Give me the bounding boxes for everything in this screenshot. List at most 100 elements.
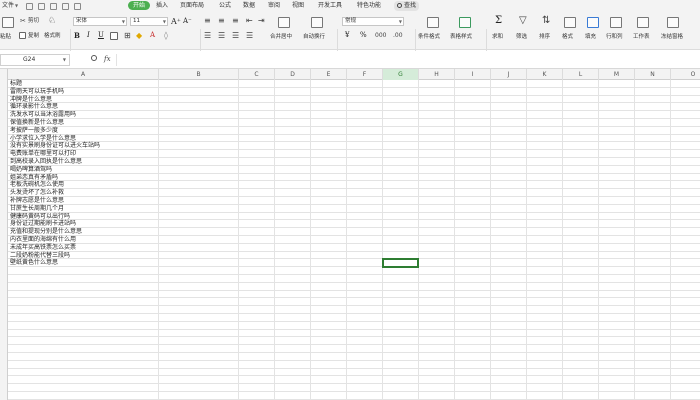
bold-button[interactable]: B	[74, 31, 80, 40]
column-header-i[interactable]: I	[455, 69, 491, 80]
row-header[interactable]	[0, 150, 8, 158]
tab-review[interactable]: 审阅	[268, 2, 280, 10]
decrease-font-icon[interactable]: A⁻	[183, 17, 192, 26]
cell-a[interactable]: 未成年买高铁票怎么买票	[10, 244, 76, 252]
column-header-j[interactable]: J	[491, 69, 527, 80]
select-all-corner[interactable]	[0, 69, 8, 80]
cell-a[interactable]: 补牌志愿是什么意思	[10, 197, 64, 205]
cell-a[interactable]: 标题	[10, 80, 22, 88]
row-col-button[interactable]: 行和列	[606, 34, 623, 41]
row-header[interactable]	[0, 306, 8, 314]
wrap-text-button[interactable]: 自动换行	[303, 34, 325, 41]
decimal-icon[interactable]: .00	[393, 31, 403, 40]
row-header[interactable]	[0, 267, 8, 275]
align-bottom-icon[interactable]: ≡	[232, 16, 239, 25]
column-header-e[interactable]: E	[311, 69, 347, 80]
column-header-a[interactable]: A	[8, 69, 159, 80]
column-header-o[interactable]: O	[671, 69, 700, 80]
copy-button[interactable]: 复制	[28, 33, 39, 40]
currency-icon[interactable]: ¥	[345, 31, 349, 40]
row-header[interactable]	[0, 345, 8, 353]
table-style-button[interactable]: 表格样式	[450, 34, 472, 41]
save-icon[interactable]	[26, 3, 33, 10]
tab-data[interactable]: 数据	[243, 2, 255, 10]
tab-home[interactable]: 开始	[128, 1, 151, 10]
font-name-select[interactable]: 宋体 ▼	[73, 17, 127, 26]
worksheet-button[interactable]: 工作表	[633, 34, 650, 41]
row-header[interactable]	[0, 376, 8, 385]
sum-button[interactable]: 求和	[492, 34, 503, 41]
row-header[interactable]	[0, 189, 8, 197]
align-top-icon[interactable]: ≡	[204, 16, 211, 25]
cut-button[interactable]: 剪切	[28, 18, 39, 25]
zoom-icon[interactable]	[91, 55, 97, 61]
indent-decrease-icon[interactable]: ⇤	[246, 16, 253, 25]
row-header[interactable]	[0, 181, 8, 190]
column-header-n[interactable]: N	[635, 69, 671, 80]
row-header[interactable]	[0, 251, 8, 260]
selected-cell[interactable]	[382, 258, 419, 269]
row-header[interactable]	[0, 243, 8, 252]
cell-a[interactable]: 到高校录入回执是什么意思	[10, 158, 82, 166]
row-header[interactable]	[0, 103, 8, 112]
row-header[interactable]	[0, 353, 8, 361]
column-header-c[interactable]: C	[239, 69, 275, 80]
tab-insert[interactable]: 插入	[156, 2, 168, 10]
row-header[interactable]	[0, 290, 8, 299]
thousands-icon[interactable]: 000	[375, 31, 386, 40]
tab-special-features[interactable]: 特色功能	[357, 2, 381, 10]
row-header[interactable]	[0, 384, 8, 392]
row-header[interactable]	[0, 197, 8, 205]
column-header-l[interactable]: L	[563, 69, 599, 80]
cell-a[interactable]: 电费账单在哪里可以打印	[10, 150, 76, 158]
row-header[interactable]	[0, 259, 8, 268]
print-icon[interactable]	[38, 3, 45, 10]
row-header[interactable]	[0, 392, 8, 400]
filter-button[interactable]: 筛选	[516, 34, 527, 41]
cell-a[interactable]: 甘蔗生长周期几个月	[10, 205, 64, 213]
row-header[interactable]	[0, 165, 8, 174]
percent-icon[interactable]: %	[360, 31, 367, 40]
column-header-b[interactable]: B	[159, 69, 239, 80]
row-header[interactable]	[0, 314, 8, 322]
clear-format-icon[interactable]: ◊	[164, 31, 168, 40]
row-header[interactable]	[0, 119, 8, 127]
align-middle-icon[interactable]: ≡	[218, 16, 225, 25]
justify-icon[interactable]: ☰	[246, 31, 253, 40]
formula-input[interactable]	[116, 54, 700, 66]
column-header-h[interactable]: H	[419, 69, 455, 80]
file-menu[interactable]: 文件▼	[2, 2, 18, 10]
row-header[interactable]	[0, 212, 8, 221]
row-header[interactable]	[0, 80, 8, 88]
sort-button[interactable]: 排序	[539, 34, 550, 41]
align-left-icon[interactable]: ☰	[204, 31, 211, 40]
row-header[interactable]	[0, 275, 8, 283]
row-header[interactable]	[0, 142, 8, 151]
tab-developer[interactable]: 开发工具	[318, 2, 342, 10]
row-header[interactable]	[0, 360, 8, 369]
row-header[interactable]	[0, 111, 8, 119]
search-button[interactable]: 查找	[394, 1, 420, 11]
fx-icon[interactable]: fx	[104, 54, 111, 64]
tab-formulas[interactable]: 公式	[219, 2, 231, 10]
row-header[interactable]	[0, 204, 8, 213]
row-header[interactable]	[0, 329, 8, 338]
row-header[interactable]	[0, 87, 8, 96]
row-header[interactable]	[0, 220, 8, 229]
indent-increase-icon[interactable]: ⇥	[258, 16, 265, 25]
conditional-format-button[interactable]: 条件格式	[418, 34, 440, 41]
row-header[interactable]	[0, 134, 8, 143]
cell-a[interactable]: 洗发水可以当沐浴露用吗	[10, 111, 76, 119]
column-header-k[interactable]: K	[527, 69, 563, 80]
align-center-icon[interactable]: ☰	[218, 31, 225, 40]
row-header[interactable]	[0, 126, 8, 135]
merge-center-button[interactable]: 合并居中	[270, 34, 292, 41]
format-painter-button[interactable]: 格式刷	[44, 33, 61, 40]
column-header-g[interactable]: G	[383, 69, 419, 80]
underline-button[interactable]: U	[98, 31, 104, 40]
row-header[interactable]	[0, 95, 8, 104]
cell-a[interactable]: 喝奶啤算酒驾吗	[10, 166, 52, 174]
italic-button[interactable]: I	[87, 31, 90, 40]
font-color-icon[interactable]: A	[150, 31, 155, 40]
increase-font-icon[interactable]: A⁺	[171, 17, 181, 26]
